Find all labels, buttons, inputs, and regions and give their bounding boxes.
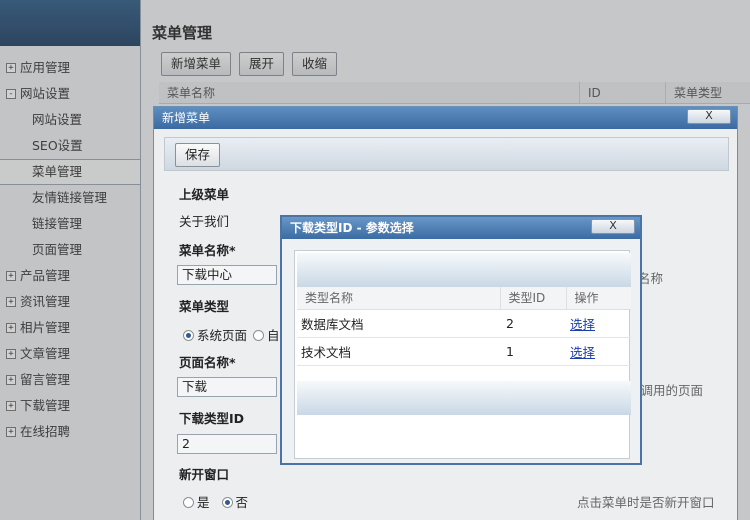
- parent-menu-label: 上级菜单: [179, 187, 230, 202]
- page-name-label: 页面名称*: [179, 355, 236, 370]
- dialog-title: 新增菜单: [154, 107, 737, 129]
- menu-name-input[interactable]: 下载中心: [177, 265, 277, 285]
- select-link[interactable]: 选择: [570, 317, 595, 332]
- column-header-type-id[interactable]: 类型ID: [500, 287, 567, 310]
- column-header-type-name[interactable]: 类型名称: [297, 287, 501, 310]
- menu-type-label: 菜单类型: [179, 299, 230, 314]
- menu-name-label: 菜单名称*: [179, 243, 236, 258]
- page-name-input[interactable]: 下载: [177, 377, 277, 397]
- table-row[interactable]: 技术文档 1 选择: [297, 337, 631, 366]
- dialog-title: 下载类型ID - 参数选择: [282, 217, 640, 239]
- custom-radio-label: 自: [267, 328, 280, 343]
- download-type-id-input[interactable]: 2: [177, 434, 277, 454]
- table-row[interactable]: 数据库文档 2 选择: [297, 309, 631, 338]
- close-icon[interactable]: X: [591, 219, 635, 234]
- system-page-radio-label: 系统页面: [197, 328, 248, 343]
- type-name-cell: 技术文档: [297, 337, 500, 366]
- type-name-cell: 数据库文档: [297, 309, 500, 338]
- new-window-hint: 点击菜单时是否新开窗口: [577, 495, 715, 510]
- download-type-id-label: 下载类型ID: [179, 411, 245, 426]
- select-link[interactable]: 选择: [570, 345, 595, 360]
- type-id-cell: 1: [500, 337, 566, 366]
- table-header-row: 类型名称 类型ID 操作: [297, 287, 631, 310]
- new-window-no-radio[interactable]: [221, 497, 233, 508]
- list-toolbar-band: [297, 253, 631, 287]
- parameter-table: 类型名称 类型ID 操作 数据库文档 2 选择 技术文档 1 选择: [297, 287, 631, 366]
- column-header-action: 操作: [566, 287, 631, 310]
- type-id-cell: 2: [500, 309, 566, 338]
- system-page-radio[interactable]: [183, 330, 194, 341]
- save-button[interactable]: 保存: [175, 143, 221, 167]
- new-window-yes-label: 是: [197, 495, 210, 510]
- new-window-yes-radio[interactable]: [183, 497, 194, 508]
- close-icon[interactable]: X: [687, 109, 731, 124]
- custom-radio[interactable]: [253, 330, 264, 341]
- menu-type-options: 系统页面 自: [183, 325, 280, 344]
- dialog-toolbar: 保存: [164, 137, 729, 171]
- new-window-no-label: 否: [235, 495, 249, 510]
- parent-menu-value[interactable]: 关于我们: [179, 211, 229, 230]
- parameter-list: 类型名称 类型ID 操作 数据库文档 2 选择 技术文档 1 选择: [294, 250, 631, 459]
- parameter-select-dialog: 下载类型ID - 参数选择 X 类型名称 类型ID 操作 数据库文档 2 选择 …: [280, 215, 642, 465]
- new-window-options: 是 否: [183, 492, 248, 511]
- new-window-label: 新开窗口: [179, 467, 230, 482]
- list-footer-band: [297, 381, 631, 415]
